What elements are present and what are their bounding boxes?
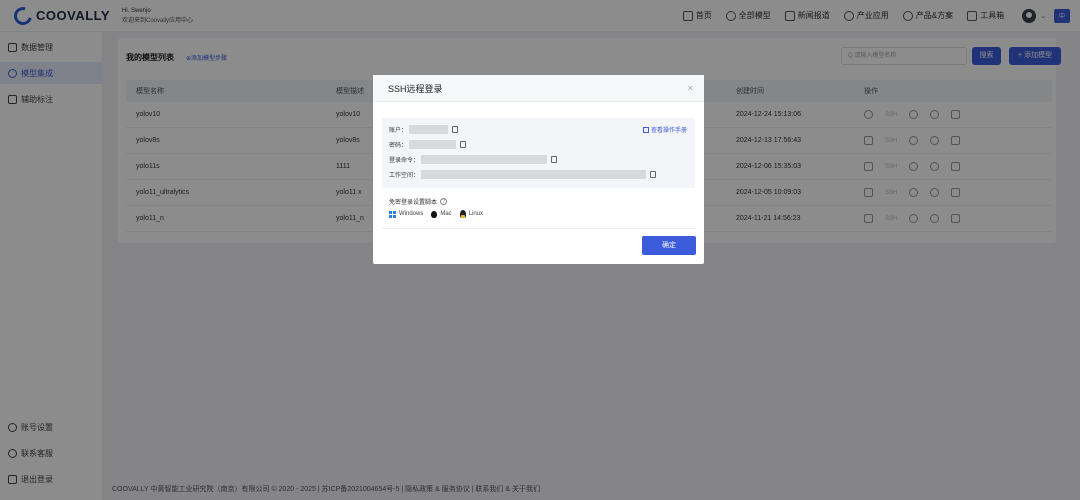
close-icon[interactable]: ×: [688, 83, 693, 93]
apple-icon: [431, 210, 438, 218]
copy-icon[interactable]: [551, 156, 558, 163]
password-value: [409, 140, 457, 149]
copy-icon[interactable]: [452, 126, 459, 133]
login-command-value: [421, 155, 548, 164]
windows-icon: [389, 210, 396, 218]
script-section-title: 免密登录设置脚本 ?: [389, 197, 448, 206]
linux-icon: [459, 210, 466, 218]
copy-icon[interactable]: [650, 171, 657, 178]
book-icon: [642, 126, 649, 133]
copy-icon[interactable]: [460, 141, 467, 148]
account-value: [409, 125, 449, 134]
mac-script-link[interactable]: Mac: [431, 210, 452, 218]
ssh-login-dialog: SSH远程登录 × 查看操作手册 账户： 密码： 登录命令： 工作空间： 免密登…: [373, 75, 704, 264]
dialog-title: SSH远程登录: [373, 75, 704, 102]
manual-link[interactable]: 查看操作手册: [642, 125, 687, 134]
dialog-divider: [382, 228, 695, 229]
password-row: 密码：: [389, 140, 467, 149]
help-icon[interactable]: ?: [440, 198, 448, 205]
login-command-row: 登录命令：: [389, 155, 558, 164]
workspace-row: 工作空间：: [389, 170, 657, 179]
confirm-button[interactable]: 确定: [642, 236, 696, 255]
windows-script-link[interactable]: Windows: [389, 210, 423, 218]
workspace-value: [421, 170, 647, 179]
os-script-links: Windows Mac Linux: [389, 210, 491, 218]
account-row: 账户：: [389, 125, 459, 134]
ssh-credentials-panel: 查看操作手册 账户： 密码： 登录命令： 工作空间：: [382, 118, 695, 188]
linux-script-link[interactable]: Linux: [459, 210, 483, 218]
